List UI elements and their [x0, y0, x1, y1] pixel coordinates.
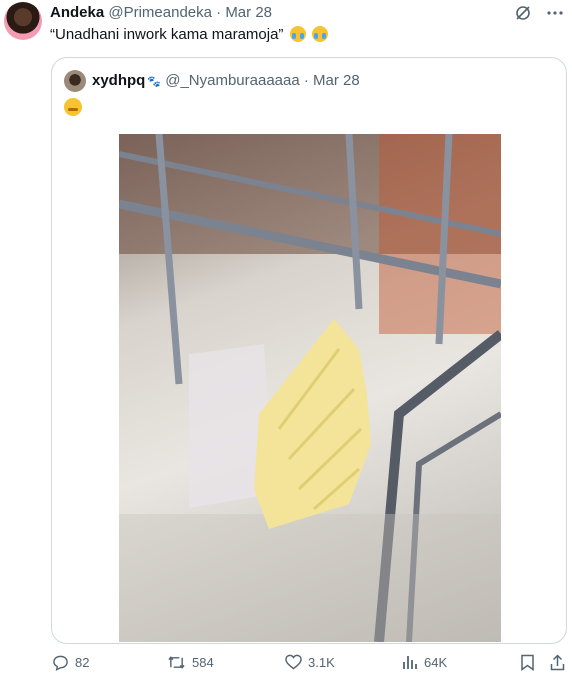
tweet-date[interactable]: Mar 28 [225, 4, 272, 21]
views-icon [402, 654, 418, 670]
quoted-author-avatar[interactable] [64, 70, 86, 92]
tweet-text: “Unadhani inwork kama maramoja” [50, 25, 328, 45]
fruit-slice [189, 319, 371, 529]
repost-count: 584 [192, 655, 214, 670]
author-handle[interactable]: @Primeandeka [108, 4, 212, 21]
reply-count: 82 [75, 655, 90, 670]
quoted-tweet[interactable]: xydhpq 🐾 @_Nyamburaaaaaa · Mar 28 [51, 57, 567, 644]
quoted-date[interactable]: Mar 28 [313, 72, 360, 89]
separator-dot: · [303, 72, 309, 89]
bookmark-icon [520, 654, 535, 671]
views-count: 64K [424, 654, 448, 670]
like-button[interactable]: 3.1K [285, 654, 335, 670]
author-avatar[interactable] [4, 2, 42, 40]
share-button[interactable] [550, 654, 565, 671]
quoted-author-handle[interactable]: @_Nyamburaaaaaa [165, 72, 299, 89]
relieved-face-icon [64, 98, 82, 116]
quoted-author-name[interactable]: xydhpq [92, 72, 145, 89]
views-button[interactable]: 64K [402, 654, 447, 670]
author-name[interactable]: Andeka [50, 4, 104, 21]
share-icon [550, 654, 565, 671]
loudly-crying-face-icon [311, 26, 328, 42]
more-icon[interactable] [546, 4, 564, 22]
quoted-photo[interactable] [119, 134, 501, 642]
paw-prints-icon: 🐾 [147, 76, 162, 88]
top-actions [514, 4, 564, 22]
separator-dot: · [216, 4, 222, 21]
action-bar: 82 584 3.1K 64K [0, 654, 572, 676]
repost-icon [167, 654, 186, 671]
tweet-header: Andeka @Primeandeka · Mar 28 [50, 4, 272, 22]
repost-button[interactable]: 584 [167, 654, 214, 671]
heart-icon [285, 654, 302, 670]
bookmark-button[interactable] [520, 654, 535, 671]
quoted-header: xydhpq 🐾 @_Nyamburaaaaaa · Mar 28 [92, 72, 360, 91]
grok-icon[interactable] [514, 4, 532, 22]
tweet-text-content: “Unadhani inwork kama maramoja” [50, 26, 284, 43]
reply-button[interactable]: 82 [52, 654, 89, 671]
loudly-crying-face-icon [289, 26, 306, 42]
reply-icon [52, 654, 69, 671]
like-count: 3.1K [308, 654, 335, 670]
